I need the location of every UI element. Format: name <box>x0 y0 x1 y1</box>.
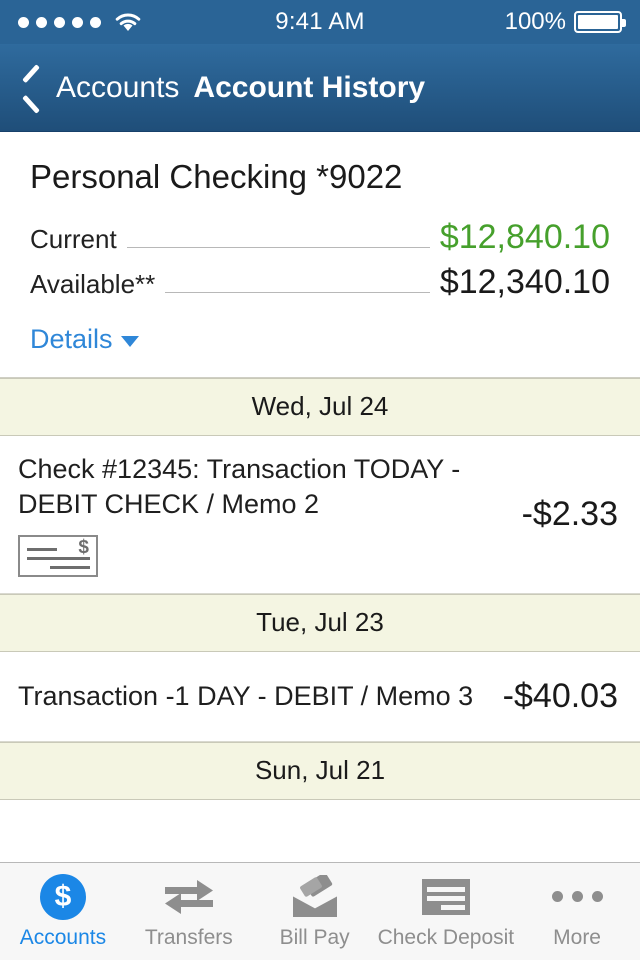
tab-label-bill-pay: Bill Pay <box>279 925 350 949</box>
chevron-left-icon[interactable] <box>22 69 44 107</box>
transaction-details: Check #12345: Transaction TODAY - DEBIT … <box>18 452 522 578</box>
transaction-description: Transaction -1 DAY - DEBIT / Memo 3 <box>18 681 474 712</box>
battery-percent-label: 100% <box>504 8 566 35</box>
status-bar-right: 100% <box>504 8 626 36</box>
account-summary-card: Personal Checking *9022 Current $12,840.… <box>0 132 640 378</box>
balance-value-current: $12,840.10 <box>439 218 610 256</box>
balance-row-available: Available** $12,340.10 <box>30 263 610 302</box>
balance-label-current: Current <box>30 224 117 254</box>
tab-bill-pay[interactable]: Bill Pay <box>252 863 378 960</box>
tab-label-check-deposit: Check Deposit <box>377 925 515 949</box>
tab-label-more: More <box>553 925 601 949</box>
transaction-date-header: Tue, Jul 23 <box>0 594 640 653</box>
transfer-arrows-icon <box>163 874 215 920</box>
tab-more[interactable]: More <box>514 863 640 960</box>
balance-row-current: Current $12,840.10 <box>30 218 610 257</box>
transaction-amount: -$40.03 <box>502 677 618 716</box>
ellipsis-icon <box>551 874 603 920</box>
transaction-details: Transaction -1 DAY - DEBIT / Memo 3 <box>18 679 503 714</box>
balance-label-available: Available** <box>30 269 156 299</box>
tab-check-deposit[interactable]: Check Deposit <box>377 863 515 960</box>
details-label: Details <box>30 324 113 354</box>
check-deposit-icon <box>421 874 470 920</box>
tab-transfers[interactable]: Transfers <box>126 863 252 960</box>
details-toggle[interactable]: Details <box>30 324 139 355</box>
account-name: Personal Checking *9022 <box>30 158 403 195</box>
account-history-screen: 9:41 AM 100% Accounts Account History Pe… <box>0 0 640 960</box>
caret-down-icon <box>120 336 139 347</box>
transaction-row[interactable]: Transaction -1 DAY - DEBIT / Memo 3 -$40… <box>0 652 640 743</box>
status-bar: 9:41 AM 100% <box>0 0 640 44</box>
tab-label-transfers: Transfers <box>144 925 233 949</box>
tab-label-accounts: Accounts <box>19 925 107 949</box>
check-image-icon[interactable]: $ <box>18 535 98 578</box>
dollar-circle-icon: $ <box>39 873 86 920</box>
battery-full-icon <box>574 11 626 33</box>
transaction-description: Check #12345: Transaction TODAY - DEBIT … <box>18 454 461 519</box>
balance-rule <box>165 292 430 293</box>
transaction-row[interactable]: Check #12345: Transaction TODAY - DEBIT … <box>0 436 640 595</box>
tab-accounts[interactable]: $ Accounts <box>0 863 126 960</box>
transaction-date-header: Sun, Jul 21 <box>0 742 640 801</box>
page-title: Account History <box>193 70 426 104</box>
transaction-amount: -$2.33 <box>521 495 618 534</box>
transaction-date-header: Wed, Jul 24 <box>0 378 640 436</box>
navigation-bar: Accounts Account History <box>0 44 640 132</box>
envelope-icon <box>289 874 341 920</box>
back-button-label[interactable]: Accounts <box>56 71 179 105</box>
balance-value-available: $12,340.10 <box>439 263 610 301</box>
bottom-tab-bar: $ Accounts Transfers Bill Pay Check Depo… <box>0 862 640 960</box>
balance-rule <box>126 247 430 248</box>
